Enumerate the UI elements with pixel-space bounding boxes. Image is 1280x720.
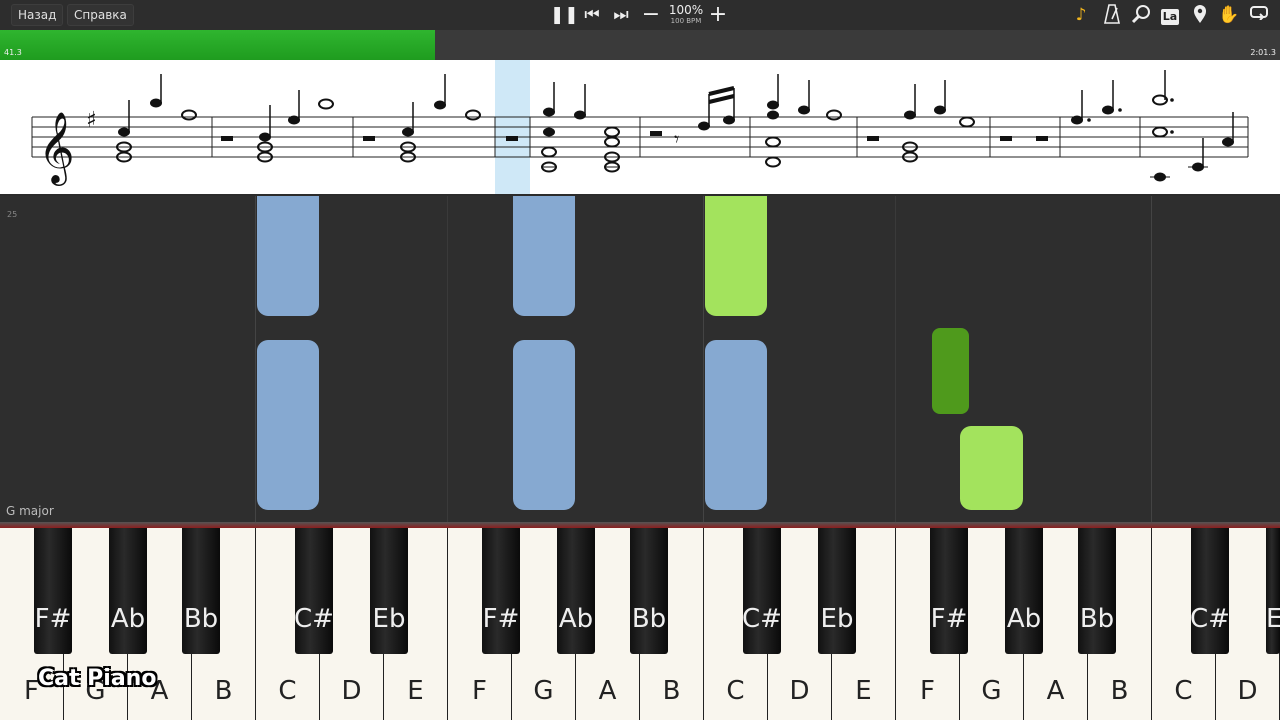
black-key-label: Ab <box>558 604 594 634</box>
white-key-label: D <box>341 676 362 706</box>
note-right-hand <box>705 196 767 316</box>
svg-text:𝄞: 𝄞 <box>38 110 75 186</box>
tempo-label: 100 BPM <box>670 17 702 25</box>
end-time: 2:01.3 <box>1250 48 1276 57</box>
skip-forward-icon[interactable]: ⏭ <box>610 4 632 26</box>
measure-number: 25 <box>7 210 18 219</box>
black-key-label: Bb <box>1079 604 1115 634</box>
zoom-display: 100% 100 BPM <box>666 3 706 26</box>
black-key[interactable]: F# <box>482 528 520 654</box>
black-key-label: Eb <box>372 604 406 634</box>
piano-roll: 25 G major <box>0 196 1280 522</box>
black-key-label: C# <box>1190 604 1230 634</box>
black-key[interactable]: C# <box>742 528 782 654</box>
staff: 𝄞 ♯ 𝄾 <box>31 70 1249 186</box>
black-key-label: Ab <box>110 604 146 634</box>
pin-icon[interactable] <box>1189 4 1211 26</box>
help-button[interactable]: Справка <box>67 4 134 26</box>
minus-icon[interactable]: − <box>640 4 662 26</box>
white-key-label: G <box>981 676 1002 706</box>
white-key-label: A <box>598 676 617 706</box>
white-key-label: A <box>1046 676 1065 706</box>
white-key-label: C <box>726 676 745 706</box>
black-key[interactable]: C# <box>294 528 334 654</box>
plus-icon[interactable]: + <box>707 4 729 26</box>
progress-fill <box>0 30 436 60</box>
white-key-label: F <box>920 676 935 706</box>
black-key[interactable]: Bb <box>1078 528 1116 654</box>
black-key[interactable]: C# <box>1190 528 1230 654</box>
start-time: 41.3 <box>4 48 22 57</box>
black-key-label: Bb <box>183 604 219 634</box>
magnifier-icon[interactable] <box>1130 4 1152 26</box>
la-icon[interactable]: La <box>1159 4 1181 26</box>
black-key-label: C# <box>742 604 782 634</box>
sheet-music: 𝄞 ♯ 𝄾 <box>0 60 1280 194</box>
note-left-hand <box>257 340 319 510</box>
black-key[interactable]: Bb <box>630 528 668 654</box>
svg-text:𝄾: 𝄾 <box>674 127 679 151</box>
hand-icon[interactable]: ✋ <box>1218 4 1240 26</box>
beat-line <box>895 196 896 522</box>
white-key-label: E <box>855 676 872 706</box>
black-key-label: F# <box>34 604 72 634</box>
zoom-percent: 100% <box>668 3 704 17</box>
note-left-hand <box>513 196 575 316</box>
la-label: La <box>1161 9 1179 25</box>
pause-icon[interactable]: ❚❚ <box>550 4 579 26</box>
black-key-label: F# <box>482 604 520 634</box>
white-key-label: B <box>1110 676 1129 706</box>
top-toolbar: Назад Справка ❚❚ ⏮ ⏭ − 100% 100 BPM + ♪ … <box>0 0 1280 30</box>
svg-text:♯: ♯ <box>86 108 97 133</box>
white-key-label: F <box>472 676 487 706</box>
black-key-label: Bb <box>631 604 667 634</box>
black-key[interactable]: F# <box>34 528 72 654</box>
black-key-label: Ab <box>1006 604 1042 634</box>
black-key-label: F# <box>930 604 968 634</box>
black-key[interactable]: Ab <box>109 528 147 654</box>
piano-keyboard: F G A B C D E F G A B C D E F G A B C D … <box>0 528 1280 720</box>
note-right-hand <box>960 426 1023 510</box>
white-key-label: E <box>407 676 424 706</box>
white-key-label: G <box>533 676 554 706</box>
channel-watermark: Cat Piano <box>38 666 157 691</box>
black-key-label: C# <box>294 604 334 634</box>
song-progress-bar[interactable]: 41.3 2:01.3 <box>0 30 1280 86</box>
note-right-hand <box>932 328 969 414</box>
black-key[interactable]: Eb <box>370 528 408 654</box>
black-key[interactable]: Bb <box>182 528 220 654</box>
white-key-label: C <box>278 676 297 706</box>
measure-line <box>1151 196 1152 522</box>
measure-line <box>703 196 704 522</box>
black-key[interactable]: Eb <box>818 528 856 654</box>
black-key[interactable]: E <box>1266 528 1280 654</box>
note-left-hand <box>257 196 319 316</box>
loop-icon[interactable] <box>1248 4 1270 26</box>
black-key-label: E <box>1266 604 1280 634</box>
black-key[interactable]: F# <box>930 528 968 654</box>
white-key-label: D <box>1237 676 1258 706</box>
black-key[interactable]: Ab <box>557 528 595 654</box>
white-key-label: B <box>214 676 233 706</box>
black-key-label: Eb <box>820 604 854 634</box>
measure-line <box>255 196 256 522</box>
back-button[interactable]: Назад <box>11 4 64 26</box>
skip-back-icon[interactable]: ⏮ <box>581 4 603 26</box>
note-left-hand <box>513 340 575 510</box>
note-left-hand <box>705 340 767 510</box>
beat-line <box>447 196 448 522</box>
metronome-icon[interactable] <box>1101 4 1123 26</box>
white-key-label: D <box>789 676 810 706</box>
white-key-label: B <box>662 676 681 706</box>
black-key[interactable]: Ab <box>1005 528 1043 654</box>
note-icon[interactable]: ♪ <box>1070 4 1092 26</box>
key-signature-label: G major <box>6 504 54 518</box>
white-key-label: C <box>1174 676 1193 706</box>
